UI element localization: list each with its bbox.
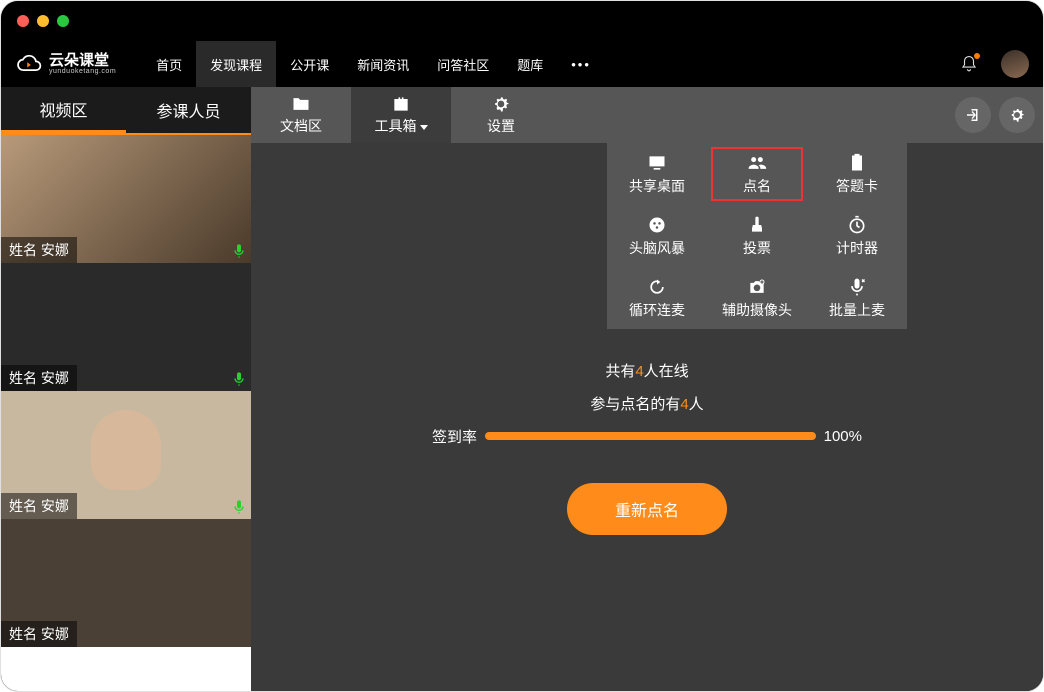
video-name: 安娜 (41, 370, 69, 386)
mic-icon (231, 371, 247, 387)
answer-card-icon (846, 153, 868, 173)
video-label-prefix: 姓名 (9, 370, 37, 386)
window-max-dot[interactable] (57, 15, 69, 27)
logo-text: 云朵课堂 (49, 53, 116, 68)
video-name: 安娜 (41, 242, 69, 258)
dd-label: 辅助摄像头 (722, 300, 792, 320)
video-name: 安娜 (41, 498, 69, 514)
online-stat: 共有4人在线 (605, 360, 688, 381)
toolbar-settings[interactable]: 设置 (451, 87, 551, 143)
dd-label: 批量上麦 (829, 300, 885, 320)
vote-icon (746, 215, 768, 235)
dd-batch-mic[interactable]: 批量上麦 (807, 267, 907, 329)
share-screen-icon (646, 153, 668, 173)
video-label-prefix: 姓名 (9, 242, 37, 258)
toolbar-docs[interactable]: 文档区 (251, 87, 351, 143)
online-suffix: 人在线 (644, 363, 689, 380)
window-titlebar (1, 1, 1043, 41)
user-avatar[interactable] (1001, 50, 1029, 78)
left-sidebar: 视频区 参课人员 姓名 安娜 姓名 安娜 姓名 安娜 (1, 87, 251, 691)
dd-label: 头脑风暴 (629, 238, 685, 258)
exit-button[interactable] (955, 97, 991, 133)
dd-answer-card[interactable]: 答题卡 (807, 143, 907, 205)
video-tile[interactable]: 姓名 安娜 (1, 519, 251, 647)
dd-timer[interactable]: 计时器 (807, 205, 907, 267)
participated-suffix: 人 (689, 396, 704, 413)
people-icon (746, 153, 768, 173)
bell-icon (960, 55, 978, 73)
briefcase-icon (390, 94, 412, 114)
settings-button[interactable] (999, 97, 1035, 133)
mic-icon (231, 499, 247, 515)
video-list: 姓名 安娜 姓名 安娜 姓名 安娜 姓名 安娜 (1, 133, 251, 691)
dd-label: 答题卡 (836, 176, 878, 196)
video-tile[interactable]: 姓名 安娜 (1, 391, 251, 519)
participated-stat: 参与点名的有4人 (590, 393, 703, 414)
video-name: 安娜 (41, 626, 69, 642)
video-label-prefix: 姓名 (9, 626, 37, 642)
settings-icon (1008, 106, 1026, 124)
dd-label: 点名 (743, 176, 771, 196)
rate-label: 签到率 (432, 426, 477, 447)
rate-progress-bar (485, 432, 816, 440)
participated-count: 4 (680, 396, 688, 413)
toolbar-toolbox[interactable]: 工具箱 (351, 87, 451, 143)
nav-home[interactable]: 首页 (142, 41, 196, 87)
checkin-rate-row: 签到率 100% (432, 426, 862, 447)
window-close-dot[interactable] (17, 15, 29, 27)
nav-qa[interactable]: 问答社区 (423, 41, 503, 87)
toolbar-settings-label: 设置 (487, 116, 515, 136)
brainstorm-icon (646, 215, 668, 235)
sidebar-tabs: 视频区 参课人员 (1, 87, 251, 133)
online-prefix: 共有 (605, 363, 635, 380)
sidebar-tab-participants[interactable]: 参课人员 (126, 87, 251, 133)
toolbar-toolbox-label: 工具箱 (375, 118, 417, 134)
aux-camera-icon (746, 277, 768, 297)
mic-icon (231, 243, 247, 259)
video-tile[interactable] (1, 647, 251, 691)
logo-subtext: yunduoketang.com (49, 68, 116, 75)
chevron-down-icon (420, 125, 428, 130)
dd-label: 循环连麦 (629, 300, 685, 320)
participated-prefix: 参与点名的有 (590, 396, 680, 413)
gear-icon (490, 94, 512, 114)
main-toolbar: 文档区 工具箱 设置 (251, 87, 1043, 143)
video-tile[interactable]: 姓名 安娜 (1, 263, 251, 391)
dd-brainstorm[interactable]: 头脑风暴 (607, 205, 707, 267)
dd-loop-mic[interactable]: 循环连麦 (607, 267, 707, 329)
dd-rollcall[interactable]: 点名 (707, 143, 807, 205)
rate-percent: 100% (824, 428, 862, 445)
dd-vote[interactable]: 投票 (707, 205, 807, 267)
toolbar-docs-label: 文档区 (280, 116, 322, 136)
video-label-prefix: 姓名 (9, 498, 37, 514)
window-min-dot[interactable] (37, 15, 49, 27)
timer-icon (846, 215, 868, 235)
restart-rollcall-button[interactable]: 重新点名 (567, 483, 727, 535)
loop-mic-icon (646, 277, 668, 297)
cloud-logo-icon (15, 52, 43, 76)
sidebar-tab-video[interactable]: 视频区 (1, 87, 126, 133)
main-area: 文档区 工具箱 设置 (251, 87, 1043, 691)
nav-links: 首页 发现课程 公开课 新闻资讯 问答社区 题库 ••• (142, 41, 585, 87)
brand-logo[interactable]: 云朵课堂 yunduoketang.com (15, 52, 116, 76)
folder-icon (290, 94, 312, 114)
video-tile[interactable]: 姓名 安娜 (1, 135, 251, 263)
nav-more[interactable]: ••• (557, 41, 585, 87)
notifications-bell[interactable] (957, 52, 981, 76)
nav-bank[interactable]: 题库 (503, 41, 557, 87)
app-window: 云朵课堂 yunduoketang.com 首页 发现课程 公开课 新闻资讯 问… (0, 0, 1044, 692)
exit-icon (964, 106, 982, 124)
nav-news[interactable]: 新闻资讯 (343, 41, 423, 87)
nav-discover[interactable]: 发现课程 (196, 41, 276, 87)
dd-label: 计时器 (836, 238, 878, 258)
toolbox-dropdown: 共享桌面 点名 答题卡 头脑风暴 投票 (607, 143, 907, 329)
batch-mic-icon (846, 277, 868, 297)
dd-label: 投票 (743, 238, 771, 258)
dd-aux-camera[interactable]: 辅助摄像头 (707, 267, 807, 329)
top-nav: 云朵课堂 yunduoketang.com 首页 发现课程 公开课 新闻资讯 问… (1, 41, 1043, 87)
online-count: 4 (635, 363, 643, 380)
dd-share-screen[interactable]: 共享桌面 (607, 143, 707, 205)
dd-label: 共享桌面 (629, 176, 685, 196)
nav-open-courses[interactable]: 公开课 (276, 41, 343, 87)
